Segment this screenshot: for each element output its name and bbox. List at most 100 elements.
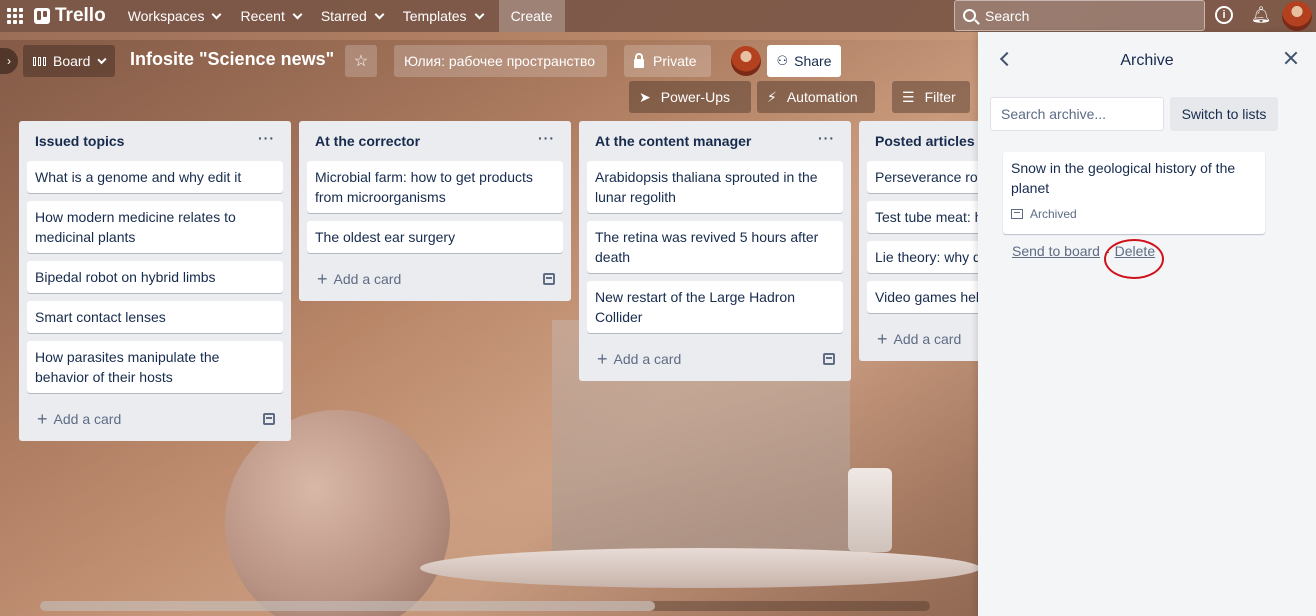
automation-label: Automation: [786, 89, 858, 105]
card[interactable]: The retina was revived 5 hours after dea…: [587, 221, 843, 273]
card[interactable]: New restart of the Large Hadron Collider: [587, 281, 843, 333]
nav-recent-label: Recent: [240, 8, 285, 24]
list-footer: + Add a card: [307, 261, 563, 301]
list-title: Posted articles: [875, 133, 975, 149]
power-ups-button[interactable]: ➤ Power-Ups: [629, 81, 751, 113]
archived-card[interactable]: Snow in the geological history of the pl…: [1003, 152, 1265, 234]
list-header[interactable]: At the content manager ···: [587, 121, 843, 161]
nav-templates[interactable]: Templates: [393, 0, 493, 32]
archive-title: Archive: [1120, 52, 1174, 69]
scrollbar-thumb[interactable]: [40, 601, 655, 611]
create-button[interactable]: Create: [498, 0, 565, 32]
trello-logo-icon: [34, 8, 50, 24]
list-header[interactable]: At the corrector ···: [307, 121, 563, 161]
card-template-icon[interactable]: [263, 413, 275, 425]
close-icon[interactable]: [1283, 50, 1299, 66]
card[interactable]: How parasites manipulate the behavior of…: [27, 341, 283, 393]
card[interactable]: Arabidopsis thaliana sprouted in the lun…: [587, 161, 843, 213]
card[interactable]: Microbial farm: how to get products from…: [307, 161, 563, 213]
user-avatar[interactable]: [1282, 1, 1312, 31]
chevron-down-icon: [292, 9, 303, 19]
board-horizontal-scrollbar[interactable]: [40, 601, 930, 611]
list-issued-topics: Issued topics ··· What is a genome and w…: [19, 121, 291, 441]
add-card-label: Add a card: [333, 271, 402, 287]
chevron-down-icon: [374, 9, 385, 19]
filter-icon: ☰: [902, 88, 915, 105]
card-template-icon[interactable]: [823, 353, 835, 365]
card[interactable]: Bipedal robot on hybrid limbs: [27, 261, 283, 293]
nav-templates-label: Templates: [402, 8, 467, 24]
filter-label: Filter: [924, 89, 956, 105]
lightning-icon: ⚡︎: [767, 88, 777, 105]
highlight-circle: [1104, 239, 1164, 279]
switch-to-lists-button[interactable]: Switch to lists: [1170, 97, 1278, 131]
list-footer: + Add a card: [587, 341, 843, 381]
lock-icon: [634, 52, 644, 68]
chevron-down-icon: [212, 9, 222, 19]
plus-icon: +: [877, 329, 888, 349]
add-card-label: Add a card: [53, 411, 122, 427]
archive-search-input[interactable]: [990, 97, 1164, 131]
board-view-button[interactable]: Board: [23, 45, 115, 77]
plus-icon: +: [37, 409, 48, 429]
trello-logo[interactable]: Trello: [34, 5, 106, 27]
power-ups-label: Power-Ups: [660, 89, 730, 105]
add-card-label: Add a card: [893, 331, 962, 347]
expand-sidebar-button[interactable]: ›: [0, 48, 18, 74]
nav-workspaces[interactable]: Workspaces: [118, 0, 231, 32]
info-icon[interactable]: i: [1215, 6, 1233, 24]
rocket-icon: ➤: [639, 88, 651, 105]
nav-starred[interactable]: Starred: [311, 0, 393, 32]
automation-button[interactable]: ⚡︎ Automation: [757, 81, 875, 113]
share-label: Share: [794, 53, 832, 69]
archive-box-icon: [1011, 209, 1023, 219]
nav-starred-label: Starred: [320, 8, 367, 24]
card[interactable]: Smart contact lenses: [27, 301, 283, 333]
more-options-icon[interactable]: ···: [818, 130, 835, 146]
list-header[interactable]: Issued topics ···: [27, 121, 283, 161]
more-options-icon[interactable]: ···: [538, 130, 555, 146]
list-footer: + Add a card: [27, 401, 283, 441]
card[interactable]: The oldest ear surgery: [307, 221, 563, 253]
archived-card-title: Snow in the geological history of the pl…: [1011, 160, 1236, 196]
share-button[interactable]: ⚇ Share: [767, 45, 841, 77]
add-card-button[interactable]: + Add a card: [317, 269, 402, 289]
add-card-button[interactable]: + Add a card: [597, 349, 681, 369]
add-card-button[interactable]: + Add a card: [37, 409, 122, 429]
workspace-button[interactable]: Юлия: рабочее пространство: [394, 45, 607, 77]
chevron-down-icon: [97, 54, 107, 64]
board-view-label: Board: [53, 53, 91, 69]
card[interactable]: What is a genome and why edit it: [27, 161, 283, 193]
archive-panel: Archive Switch to lists Snow in the geol…: [978, 32, 1316, 616]
visibility-label: Private: [653, 53, 697, 69]
chevron-down-icon: [474, 9, 485, 19]
background-plinth: [420, 548, 980, 588]
filter-button[interactable]: ☰ Filter: [892, 81, 970, 113]
search-icon: [963, 9, 976, 22]
board-view-icon: [33, 56, 46, 66]
visibility-button[interactable]: Private: [624, 45, 711, 77]
create-button-label: Create: [510, 8, 553, 24]
nav-recent[interactable]: Recent: [230, 0, 310, 32]
workspace-label: Юлия: рабочее пространство: [404, 53, 596, 69]
more-options-icon[interactable]: ···: [258, 130, 275, 146]
add-card-button[interactable]: + Add a card: [877, 329, 962, 349]
archived-badge: Archived: [1011, 204, 1257, 224]
card[interactable]: How modern medicine relates to medicinal…: [27, 201, 283, 253]
search-input[interactable]: Search: [954, 0, 1205, 31]
member-avatar[interactable]: [731, 46, 761, 76]
list-title: At the content manager: [595, 133, 752, 149]
plus-icon: +: [317, 269, 328, 289]
archived-badge-label: Archived: [1030, 207, 1077, 221]
card-template-icon[interactable]: [543, 273, 555, 285]
search-placeholder: Search: [985, 7, 1030, 24]
logo-text: Trello: [55, 5, 106, 26]
plus-icon: +: [597, 349, 608, 369]
board-title[interactable]: Infosite "Science news": [130, 49, 334, 70]
list-at-the-content-manager: At the content manager ··· Arabidopsis t…: [579, 121, 851, 381]
star-icon: ☆: [353, 53, 369, 70]
star-board-button[interactable]: ☆: [345, 45, 377, 77]
notifications-bell-icon[interactable]: 🔔︎: [1251, 5, 1271, 25]
send-to-board-link[interactable]: Send to board: [1012, 243, 1100, 259]
app-switcher-icon[interactable]: [4, 5, 26, 27]
